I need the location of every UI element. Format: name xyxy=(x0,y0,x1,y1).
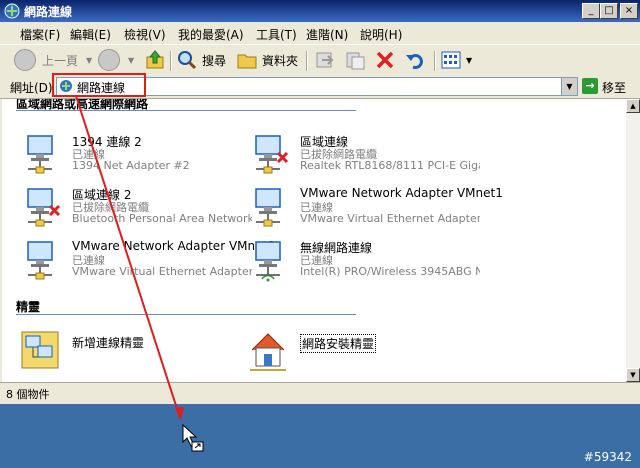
mouse-cursor-icon xyxy=(182,424,204,452)
watermark-text: #59342 xyxy=(583,450,632,464)
annotation-arrow xyxy=(75,95,184,420)
